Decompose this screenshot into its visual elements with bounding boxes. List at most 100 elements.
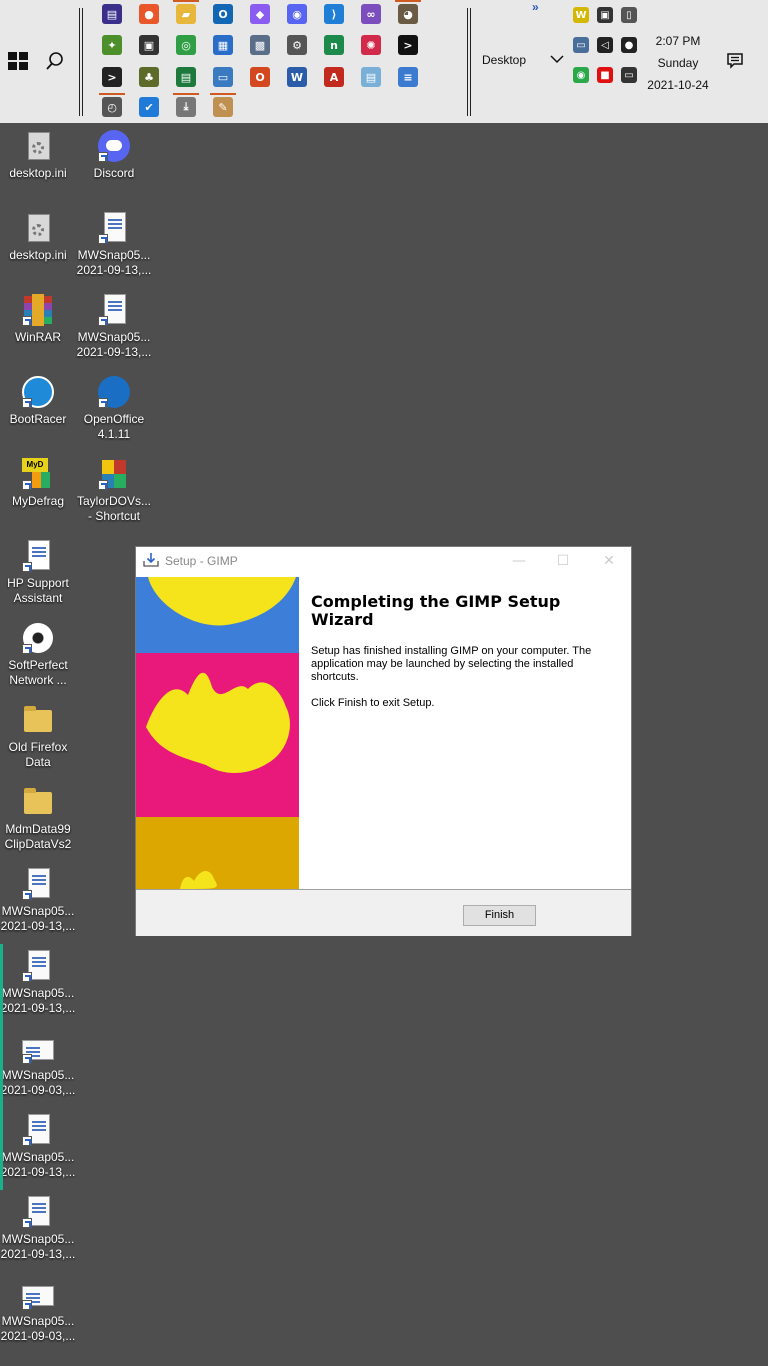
desktop-icon-label: MWSnap05... 2021-09-03,...: [0, 1314, 76, 1343]
desktop-icon-label: Discord: [93, 166, 135, 180]
mwsnap-6[interactable]: MWSnap05... 2021-09-13,...: [0, 1114, 76, 1180]
windows-start-button[interactable]: [8, 52, 28, 70]
desktop-icon-label: BootRacer: [9, 412, 67, 426]
network-monitor-icon[interactable]: ▭: [573, 37, 589, 53]
display-tray-icon[interactable]: ▭: [621, 67, 637, 83]
mwsnap-5[interactable]: MWSnap05... 2021-09-03,...: [0, 1032, 76, 1098]
usb-icon[interactable]: ▯: [621, 7, 637, 23]
notification-center-icon[interactable]: [726, 52, 744, 70]
blank-icon: [22, 540, 54, 572]
running-indicator: [395, 0, 421, 2]
clock[interactable]: 2:07 PM Sunday 2021-10-24: [638, 30, 718, 96]
shortcut-arrow-icon: [22, 562, 32, 572]
running-indicator: [173, 0, 199, 2]
microphone-icon[interactable]: ●: [621, 37, 637, 53]
clock-day: Sunday: [657, 56, 699, 70]
taskbar: ▤ ● ▰ O ◆ ◉ ⟩ ∞ ◕ ✦ ▣ ◎ ▦ ▩ ⚙ n ✺ > > ♣ ▤ ▭ O W A ▤ ≡ ◴ ✔ ⤓ ✎ Desktop …: [0, 0, 768, 123]
desktop-icon-label: Old Firefox Data: [8, 740, 68, 769]
download-icon[interactable]: ⤓: [176, 97, 196, 117]
mdmdata-folder[interactable]: MdmData99 ClipDataVs2: [0, 786, 76, 852]
display-icon[interactable]: ▭: [213, 67, 233, 87]
shortcut-arrow-icon: [22, 1218, 32, 1228]
desktop-icon-label: MWSnap05... 2021-09-13,...: [0, 1232, 76, 1261]
clock-time: 2:07 PM: [655, 34, 701, 48]
tree-icon[interactable]: ♣: [139, 67, 159, 87]
desktop-icon-label: MWSnap05... 2021-09-13,...: [0, 904, 76, 933]
shortcut-arrow-icon: [22, 1136, 32, 1146]
shortcut-arrow-icon: [98, 480, 108, 490]
desktop-toolbar-label[interactable]: Desktop: [482, 53, 526, 67]
tray-camera-icon[interactable]: ▣: [597, 7, 613, 23]
mwsnap-8[interactable]: MWSnap05... 2021-09-03,...: [0, 1278, 76, 1344]
shortcut-arrow-icon: [98, 234, 108, 244]
desktop-icon-label: MWSnap05... 2021-09-03,...: [0, 1068, 76, 1097]
acrobat-icon[interactable]: A: [324, 67, 344, 87]
notepad-icon[interactable]: ▤: [361, 67, 381, 87]
mwsnap-1[interactable]: MWSnap05... 2021-09-13,...: [76, 212, 152, 278]
wizard-side-image: [136, 577, 299, 889]
discord-icon[interactable]: ◉: [287, 4, 307, 24]
red-tray-icon[interactable]: ■: [597, 67, 613, 83]
chevron-down-icon[interactable]: [550, 54, 564, 64]
desktop-ini-2[interactable]: desktop.ini: [0, 212, 76, 263]
terminal-icon[interactable]: >: [102, 67, 122, 87]
vscode-icon[interactable]: ⟩: [324, 4, 344, 24]
desktop-icon-label: MWSnap05... 2021-09-13,...: [0, 986, 76, 1015]
clock-app-icon[interactable]: ◴: [102, 97, 122, 117]
shortcut-arrow-icon: [22, 1054, 32, 1064]
shortcut-arrow-icon: [22, 316, 32, 326]
desktop-ini-1[interactable]: desktop.ini: [0, 130, 76, 181]
network-icon[interactable]: ▩: [250, 35, 270, 55]
more-icons-chevron[interactable]: »: [532, 0, 539, 14]
word-icon[interactable]: W: [287, 67, 307, 87]
desktop-icon-label: MWSnap05... 2021-09-13,...: [76, 330, 152, 359]
camera-icon[interactable]: ▣: [139, 35, 159, 55]
mwsnap-7[interactable]: MWSnap05... 2021-09-13,...: [0, 1196, 76, 1262]
mwsnap-3[interactable]: MWSnap05... 2021-09-13,...: [0, 868, 76, 934]
mwsnap-4[interactable]: MWSnap05... 2021-09-13,...: [0, 950, 76, 1016]
maximize-button[interactable]: ☐: [548, 551, 578, 571]
volume-icon[interactable]: ◁: [597, 37, 613, 53]
winrar-shortcut[interactable]: WinRAR: [0, 294, 76, 345]
finish-button[interactable]: Finish: [463, 905, 536, 926]
mydefrag-shortcut[interactable]: MyD MyDefrag: [0, 458, 76, 509]
windows-tool-icon[interactable]: ✦: [102, 35, 122, 55]
red-network-icon[interactable]: ✺: [361, 35, 381, 55]
chrome-icon[interactable]: ◎: [176, 35, 196, 55]
visual-studio-icon[interactable]: ∞: [361, 4, 381, 24]
minimize-button[interactable]: —: [504, 551, 534, 571]
doc-icon: [22, 1196, 54, 1228]
mwsnap-2[interactable]: MWSnap05... 2021-09-13,...: [76, 294, 152, 360]
firefox-icon[interactable]: ●: [139, 4, 159, 24]
green-app-icon[interactable]: n: [324, 35, 344, 55]
title-bar[interactable]: Setup - GIMP — ☐ ✕: [136, 547, 631, 576]
taylordov-shortcut[interactable]: TaylorDOVs... - Shortcut: [76, 458, 152, 524]
gear-icon: [22, 212, 54, 244]
excel-utility-icon[interactable]: ▤: [176, 67, 196, 87]
paint-icon[interactable]: ✎: [213, 97, 233, 117]
control-panel-icon[interactable]: ▦: [213, 35, 233, 55]
desktop-icon-label: TaylorDOVs... - Shortcut: [76, 494, 151, 523]
wordpad-icon[interactable]: ≡: [398, 67, 418, 87]
green-tray-icon[interactable]: ◉: [573, 67, 589, 83]
wc-icon[interactable]: W: [573, 7, 589, 23]
todo-icon[interactable]: ✔: [139, 97, 159, 117]
search-icon[interactable]: [44, 50, 66, 72]
shortcut-arrow-icon: [98, 152, 108, 162]
hp-support-shortcut[interactable]: HP Support Assistant: [0, 540, 76, 606]
close-button[interactable]: ✕: [594, 551, 624, 571]
outlook-icon[interactable]: O: [213, 4, 233, 24]
openoffice-shortcut[interactable]: OpenOffice 4.1.11: [76, 376, 152, 442]
gimp-icon[interactable]: ◕: [398, 4, 418, 24]
bootracer-shortcut[interactable]: BootRacer: [0, 376, 76, 427]
messenger-icon[interactable]: ◆: [250, 4, 270, 24]
completion-message: Setup has finished installing GIMP on yo…: [311, 645, 592, 683]
command-prompt-icon[interactable]: >: [398, 35, 418, 55]
settings-gear-icon[interactable]: ⚙: [287, 35, 307, 55]
softperfect-shortcut[interactable]: SoftPerfect Network ...: [0, 622, 76, 688]
old-firefox-folder[interactable]: Old Firefox Data: [0, 704, 76, 770]
discord-shortcut[interactable]: Discord: [76, 130, 152, 181]
winrar-icon[interactable]: ▤: [102, 4, 122, 24]
file-explorer-icon[interactable]: ▰: [176, 4, 196, 24]
office-icon[interactable]: O: [250, 67, 270, 87]
